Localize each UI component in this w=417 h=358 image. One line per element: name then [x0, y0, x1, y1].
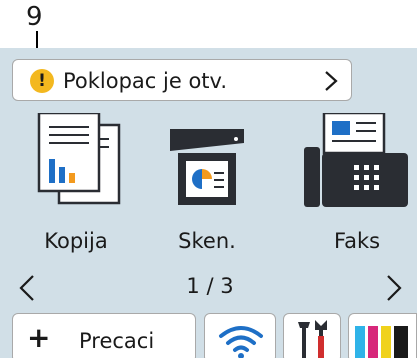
shortcuts-label: Precaci [79, 329, 155, 353]
plus-icon: + [27, 321, 51, 354]
wifi-icon [219, 326, 263, 358]
pager: 1 / 3 [0, 270, 417, 304]
shortcuts-button[interactable]: + Precaci [12, 313, 196, 358]
ink-button[interactable] [348, 313, 417, 358]
settings-button[interactable] [283, 313, 341, 358]
ink-icon [355, 326, 408, 358]
chevron-left-icon[interactable] [18, 274, 36, 302]
tile-copy[interactable]: Kopija [21, 113, 131, 263]
chevron-right-icon[interactable] [385, 274, 403, 302]
wifi-button[interactable] [204, 313, 276, 358]
tile-fax-label: Faks [333, 229, 381, 253]
scan-icon [170, 129, 244, 205]
callout-number: 9 [26, 2, 43, 32]
tile-fax[interactable]: Faks [302, 113, 412, 263]
tools-icon [298, 320, 327, 358]
tile-copy-label: Kopija [44, 229, 108, 253]
chevron-right-icon [325, 71, 338, 91]
tile-scan[interactable]: Sken. [152, 113, 262, 263]
status-notice-text: Poklopac je otv. [63, 69, 228, 93]
tile-scan-label: Sken. [178, 229, 236, 253]
fax-icon [304, 113, 408, 207]
page-indicator: 1 / 3 [186, 274, 234, 298]
warning-icon: ! [30, 69, 54, 93]
copy-icon [37, 113, 121, 205]
status-notice-button[interactable]: ! Poklopac je otv. [12, 59, 352, 101]
